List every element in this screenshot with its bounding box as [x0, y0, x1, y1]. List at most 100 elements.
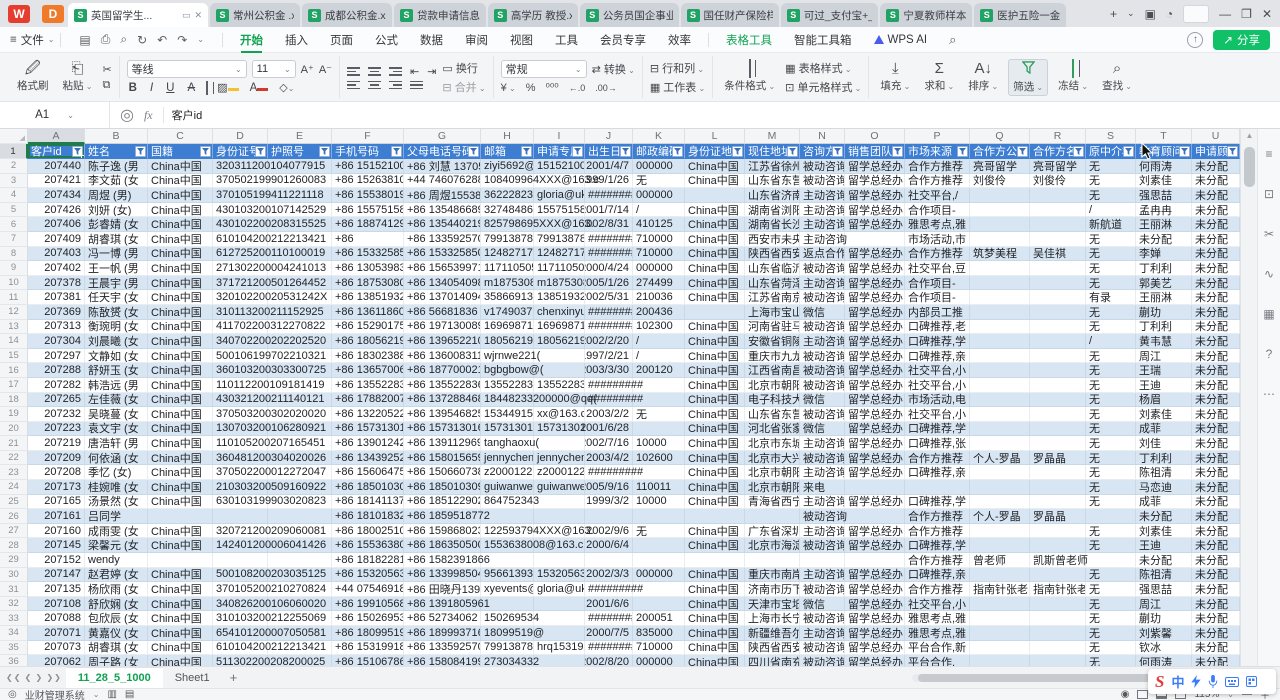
cell-G17[interactable]: +86 1355228360	[404, 378, 481, 393]
cell-B33[interactable]: 包欣辰 (女	[85, 611, 148, 626]
cell-F9[interactable]: +86 13053983	[332, 261, 404, 276]
cell-R9[interactable]	[1030, 261, 1086, 276]
row-header-26[interactable]: 26	[0, 509, 28, 524]
cell-B11[interactable]: 任天宇 (女	[85, 290, 148, 305]
cell-H31[interactable]: xyevents@	[481, 582, 534, 597]
cell-T35[interactable]: 钦冰	[1136, 641, 1192, 656]
cell-B8[interactable]: 冯一博 (男	[85, 247, 148, 262]
cell-N35[interactable]: 被动咨询	[800, 641, 845, 656]
cell-A22[interactable]: 207209	[28, 451, 85, 466]
cell-A26[interactable]: 207161	[28, 509, 85, 524]
cell-B32[interactable]: 舒欣娴 (女	[85, 597, 148, 612]
cell-F13[interactable]: +86 15290175	[332, 320, 404, 335]
freeze-button[interactable]: 冻结 ⌄	[1054, 60, 1092, 94]
cell-L14[interactable]: China中国	[685, 334, 745, 349]
cell-C12[interactable]: China中国	[148, 305, 213, 320]
filter-header-cell-Q[interactable]: 合作方公	[970, 144, 1030, 159]
cell-M5[interactable]: 湖南省浏阳	[745, 203, 800, 218]
cell-A11[interactable]: 207381	[28, 290, 85, 305]
cell-O12[interactable]: 留学总经办	[845, 305, 905, 320]
cell-H12[interactable]: v1749037(	[481, 305, 534, 320]
cell-D35[interactable]: 610104200212213421	[213, 641, 268, 656]
cell-M31[interactable]: 济南市历下	[745, 582, 800, 597]
cell-F20[interactable]: +86 15731301	[332, 422, 404, 437]
cell-C20[interactable]: China中国	[148, 422, 213, 437]
cell-U3[interactable]: 未分配	[1192, 174, 1240, 189]
cell-S28[interactable]: 无	[1086, 538, 1136, 553]
cell-D19[interactable]: 370503200302020020	[213, 407, 268, 422]
merge-cells-button[interactable]: ⊟ 合并 ⌄	[442, 79, 485, 95]
filter-dropdown-icon[interactable]	[787, 146, 798, 157]
cell-P2[interactable]: 合作方推荐	[905, 159, 970, 174]
cell-J4[interactable]: #########	[585, 188, 633, 203]
currency-icon[interactable]: ¥ ⌄	[501, 82, 516, 94]
cell-J7[interactable]: #########	[585, 232, 633, 247]
cell-D30[interactable]: 500108200203035125	[213, 568, 268, 583]
eye-protect-icon[interactable]: ◉	[1121, 689, 1130, 700]
cell-L16[interactable]: China中国	[685, 363, 745, 378]
cell-R11[interactable]	[1030, 290, 1086, 305]
cell-C6[interactable]: China中国	[148, 217, 213, 232]
filter-dropdown-icon[interactable]	[732, 146, 743, 157]
select-all-corner[interactable]: ◢	[0, 129, 28, 144]
cell-O29[interactable]	[845, 553, 905, 568]
cell-R14[interactable]	[1030, 334, 1086, 349]
cell-T30[interactable]: 陈祖清	[1136, 568, 1192, 583]
cell-J18[interactable]: #########	[585, 393, 633, 408]
font-color-icon[interactable]: A	[248, 82, 271, 94]
cell-U17[interactable]: 未分配	[1192, 378, 1240, 393]
cell-J20[interactable]: 2001/6/28	[585, 422, 633, 437]
cell-M20[interactable]: 河北省张家	[745, 422, 800, 437]
cell-I35[interactable]: hrq153199	[534, 641, 585, 656]
cell-H16[interactable]: bgbgbow@(	[481, 363, 534, 378]
ime-lightning-icon[interactable]	[1191, 675, 1201, 688]
cell-K19[interactable]: 无	[633, 407, 685, 422]
window-tab-6[interactable]: S国任财产保险样本.x	[681, 3, 779, 27]
cell-R4[interactable]	[1030, 188, 1086, 203]
cell-B5[interactable]: 刘妍 (女)	[85, 203, 148, 218]
cell-J5[interactable]: 2001/7/14	[585, 203, 633, 218]
cell-A2[interactable]: 207440	[28, 159, 85, 174]
cell-T28[interactable]: 王迪	[1136, 538, 1192, 553]
cell-D36[interactable]: 511302200208200025	[213, 655, 268, 666]
cell-I4[interactable]: gloria@uk(	[534, 188, 585, 203]
menu-item-公式[interactable]: 公式	[364, 27, 409, 53]
cell-I9[interactable]: 117110505	[534, 261, 585, 276]
cell-B25[interactable]: 汤景然 (女	[85, 495, 148, 510]
cell-F30[interactable]: +86 15320563	[332, 568, 404, 583]
cell-B6[interactable]: 彭睿婧 (女	[85, 217, 148, 232]
column-header-N[interactable]: N	[800, 129, 845, 144]
cell-J16[interactable]: 2003/3/30	[585, 363, 633, 378]
row-header-22[interactable]: 22	[0, 451, 28, 466]
menu-item-工具[interactable]: 工具	[544, 27, 589, 53]
cell-G15[interactable]: +86 1360083117	[404, 349, 481, 364]
bold-button[interactable]: B	[127, 82, 139, 94]
cell-P9[interactable]: 社交平台,豆	[905, 261, 970, 276]
column-header-P[interactable]: P	[905, 129, 970, 144]
cell-P4[interactable]: 社交平台,/	[905, 188, 970, 203]
cell-U21[interactable]: 未分配	[1192, 436, 1240, 451]
cell-G36[interactable]: +86 1580841990	[404, 655, 481, 666]
cell-U32[interactable]: 未分配	[1192, 597, 1240, 612]
cell-D17[interactable]: 110112200109181419	[213, 378, 268, 393]
filter-header-cell-I[interactable]: 申请专用	[534, 144, 585, 159]
tab-list-chevron-icon[interactable]: ⌄	[1127, 8, 1135, 19]
cell-U27[interactable]: 未分配	[1192, 524, 1240, 539]
cell-C29[interactable]	[148, 553, 213, 568]
cell-Q8[interactable]: 筑梦美程	[970, 247, 1030, 262]
cell-R13[interactable]	[1030, 320, 1086, 335]
cell-O26[interactable]	[845, 509, 905, 524]
row-header-18[interactable]: 18	[0, 393, 28, 408]
print-icon[interactable]: ⎙	[101, 32, 111, 47]
cell-L7[interactable]: China中国	[685, 232, 745, 247]
cell-I15[interactable]	[534, 349, 585, 364]
cell-O5[interactable]: 留学总经办	[845, 203, 905, 218]
cell-D34[interactable]: 654101200007050581	[213, 626, 268, 641]
cell-J31[interactable]: #########	[585, 582, 633, 597]
cell-G31[interactable]: +86 田晓丹1395	[404, 582, 481, 597]
sum-button[interactable]: Σ求和 ⌄	[920, 60, 958, 94]
cell-S4[interactable]: 无	[1086, 188, 1136, 203]
cell-P35[interactable]: 平台合作,新	[905, 641, 970, 656]
cell-I5[interactable]: 155751588	[534, 203, 585, 218]
cell-A24[interactable]: 207173	[28, 480, 85, 495]
